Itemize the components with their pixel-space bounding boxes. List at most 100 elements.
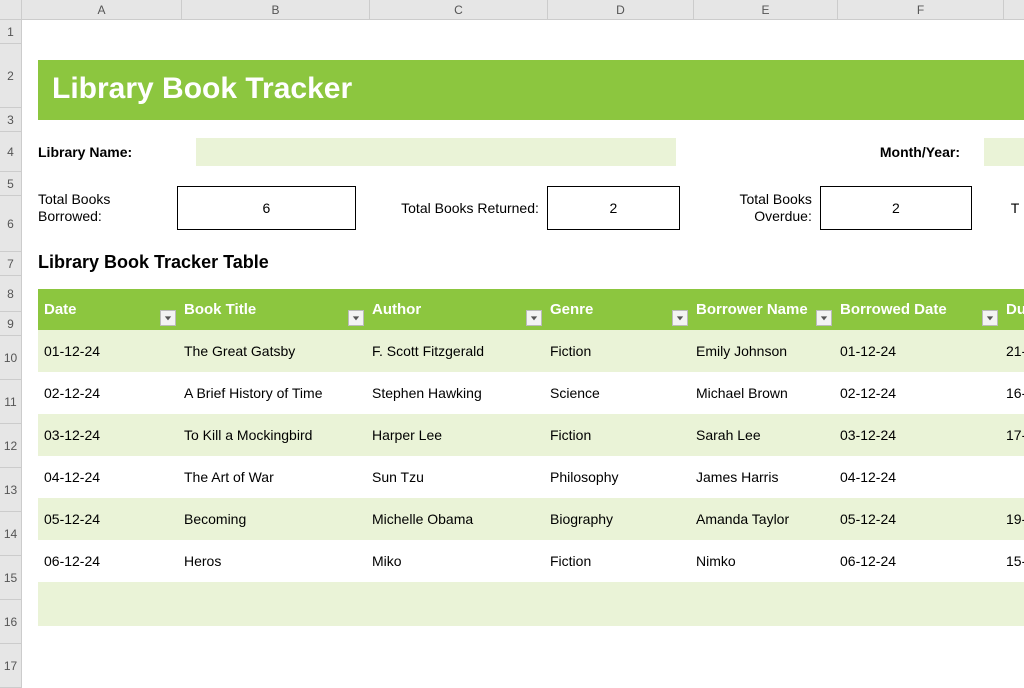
cell-borrower[interactable]: Amanda Taylor xyxy=(690,498,834,540)
cell-due[interactable]: 16-12- xyxy=(1000,372,1024,414)
info-row: Library Name: Month/Year: xyxy=(38,138,1024,166)
col-header-author[interactable]: Author xyxy=(366,289,544,330)
sheet-body: Library Book Tracker Library Name: Month… xyxy=(22,20,1024,688)
table-row[interactable]: 06-12-24HerosMikoFictionNimko06-12-2415-… xyxy=(38,540,1024,582)
col-header-date[interactable]: Date xyxy=(38,289,178,330)
cell-title[interactable]: Becoming xyxy=(178,498,366,540)
column-header-D[interactable]: D xyxy=(548,0,694,20)
col-header-due-d[interactable]: Due D xyxy=(1000,289,1024,330)
cell-borrower[interactable]: Sarah Lee xyxy=(690,414,834,456)
cell-genre[interactable]: Fiction xyxy=(544,414,690,456)
row-header-9[interactable]: 9 xyxy=(0,312,21,336)
cell-due[interactable]: 21-12- xyxy=(1000,330,1024,372)
table-row[interactable]: 01-12-24The Great GatsbyF. Scott Fitzger… xyxy=(38,330,1024,372)
cell-genre[interactable]: Fiction xyxy=(544,540,690,582)
row-header-2[interactable]: 2 xyxy=(0,44,21,108)
cell-author[interactable]: Miko xyxy=(366,540,544,582)
row-header-5[interactable]: 5 xyxy=(0,172,21,196)
cell-author[interactable]: Harper Lee xyxy=(366,414,544,456)
filter-icon[interactable] xyxy=(526,310,542,326)
cell-genre[interactable]: Philosophy xyxy=(544,456,690,498)
column-header-G[interactable]: G xyxy=(1004,0,1024,20)
extra-stat-label: T xyxy=(1011,200,1024,216)
library-name-label: Library Name: xyxy=(38,144,176,160)
cell-date[interactable]: 04-12-24 xyxy=(38,456,178,498)
cell-due[interactable]: 15-12- xyxy=(1000,540,1024,582)
table-row[interactable]: 05-12-24BecomingMichelle ObamaBiographyA… xyxy=(38,498,1024,540)
cell-date[interactable]: 01-12-24 xyxy=(38,330,178,372)
row-header-3[interactable]: 3 xyxy=(0,108,21,132)
column-header-C[interactable]: C xyxy=(370,0,548,20)
book-table: DateBook TitleAuthorGenreBorrower NameBo… xyxy=(38,289,1024,626)
cell-genre[interactable]: Biography xyxy=(544,498,690,540)
table-row[interactable]: 04-12-24The Art of WarSun TzuPhilosophyJ… xyxy=(38,456,1024,498)
row-header-12[interactable]: 12 xyxy=(0,424,21,468)
cell-title[interactable]: The Art of War xyxy=(178,456,366,498)
cell-title[interactable]: The Great Gatsby xyxy=(178,330,366,372)
cell-due[interactable] xyxy=(1000,456,1024,498)
filter-icon[interactable] xyxy=(816,310,832,326)
filter-icon[interactable] xyxy=(982,310,998,326)
returned-label: Total Books Returned: xyxy=(396,200,538,217)
cell-borrowed[interactable]: 03-12-24 xyxy=(834,414,1000,456)
table-row[interactable]: 02-12-24A Brief History of TimeStephen H… xyxy=(38,372,1024,414)
cell-title[interactable]: A Brief History of Time xyxy=(178,372,366,414)
cell-author[interactable]: Michelle Obama xyxy=(366,498,544,540)
row-header-14[interactable]: 14 xyxy=(0,512,21,556)
cell-borrower[interactable]: Michael Brown xyxy=(690,372,834,414)
cell-author[interactable]: Sun Tzu xyxy=(366,456,544,498)
row-header-17[interactable]: 17 xyxy=(0,644,21,688)
cell-title[interactable]: Heros xyxy=(178,540,366,582)
row-header-8[interactable]: 8 xyxy=(0,276,21,312)
row-header-13[interactable]: 13 xyxy=(0,468,21,512)
row-header-10[interactable]: 10 xyxy=(0,336,21,380)
row-header-1[interactable]: 1 xyxy=(0,20,21,44)
borrowed-value[interactable]: 6 xyxy=(177,186,356,230)
row-header-11[interactable]: 11 xyxy=(0,380,21,424)
month-year-input[interactable] xyxy=(984,138,1024,166)
filter-icon[interactable] xyxy=(672,310,688,326)
column-header-B[interactable]: B xyxy=(182,0,370,20)
row-header-15[interactable]: 15 xyxy=(0,556,21,600)
column-header-A[interactable]: A xyxy=(22,0,182,20)
cell-due[interactable]: 19-12- xyxy=(1000,498,1024,540)
col-header-book-title[interactable]: Book Title xyxy=(178,289,366,330)
borrowed-label: Total Books Borrowed: xyxy=(38,191,169,225)
table-row-empty[interactable] xyxy=(38,582,1024,626)
cell-borrowed[interactable]: 06-12-24 xyxy=(834,540,1000,582)
cell-genre[interactable]: Fiction xyxy=(544,330,690,372)
table-row[interactable]: 03-12-24To Kill a MockingbirdHarper LeeF… xyxy=(38,414,1024,456)
cell-date[interactable]: 03-12-24 xyxy=(38,414,178,456)
row-header-16[interactable]: 16 xyxy=(0,600,21,644)
overdue-value[interactable]: 2 xyxy=(820,186,972,230)
row-headers[interactable]: 1234567891011121314151617 xyxy=(0,20,22,688)
cell-borrower[interactable]: Nimko xyxy=(690,540,834,582)
column-header-F[interactable]: F xyxy=(838,0,1004,20)
cell-title[interactable]: To Kill a Mockingbird xyxy=(178,414,366,456)
cell-borrower[interactable]: James Harris xyxy=(690,456,834,498)
cell-borrowed[interactable]: 01-12-24 xyxy=(834,330,1000,372)
column-header-E[interactable]: E xyxy=(694,0,838,20)
cell-due[interactable]: 17-12- xyxy=(1000,414,1024,456)
cell-borrowed[interactable]: 04-12-24 xyxy=(834,456,1000,498)
cell-date[interactable]: 06-12-24 xyxy=(38,540,178,582)
cell-genre[interactable]: Science xyxy=(544,372,690,414)
row-header-4[interactable]: 4 xyxy=(0,132,21,172)
row-header-6[interactable]: 6 xyxy=(0,196,21,252)
cell-author[interactable]: Stephen Hawking xyxy=(366,372,544,414)
cell-borrowed[interactable]: 02-12-24 xyxy=(834,372,1000,414)
row-header-7[interactable]: 7 xyxy=(0,252,21,276)
col-header-borrowed-date[interactable]: Borrowed Date xyxy=(834,289,1000,330)
cell-author[interactable]: F. Scott Fitzgerald xyxy=(366,330,544,372)
col-header-borrower-name[interactable]: Borrower Name xyxy=(690,289,834,330)
returned-value[interactable]: 2 xyxy=(547,186,680,230)
column-headers[interactable]: ABCDEFG xyxy=(0,0,1024,20)
filter-icon[interactable] xyxy=(348,310,364,326)
cell-date[interactable]: 02-12-24 xyxy=(38,372,178,414)
filter-icon[interactable] xyxy=(160,310,176,326)
library-name-input[interactable] xyxy=(196,138,676,166)
cell-date[interactable]: 05-12-24 xyxy=(38,498,178,540)
col-header-genre[interactable]: Genre xyxy=(544,289,690,330)
cell-borrowed[interactable]: 05-12-24 xyxy=(834,498,1000,540)
cell-borrower[interactable]: Emily Johnson xyxy=(690,330,834,372)
